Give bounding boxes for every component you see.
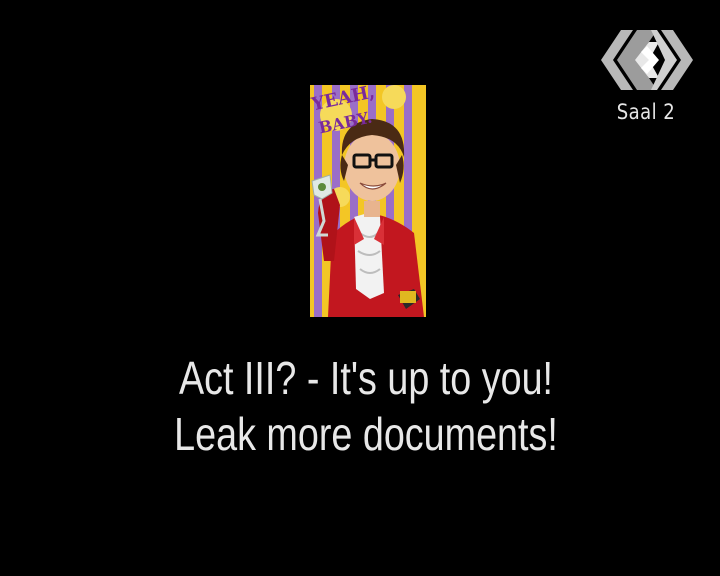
austin-powers-poster: YEAH, BABY. xyxy=(310,85,426,317)
room-label: Saal 2 xyxy=(616,100,676,124)
caption: Act III? - It's up to you! Leak more doc… xyxy=(0,350,720,462)
caption-line-2: Leak more documents! xyxy=(174,408,558,460)
video-frame: Saal 2 YEAH, BABY. Act III? - It's up to… xyxy=(0,0,720,576)
caption-line-1: Act III? - It's up to you! xyxy=(178,352,554,404)
ccc-logo-icon xyxy=(601,30,693,90)
